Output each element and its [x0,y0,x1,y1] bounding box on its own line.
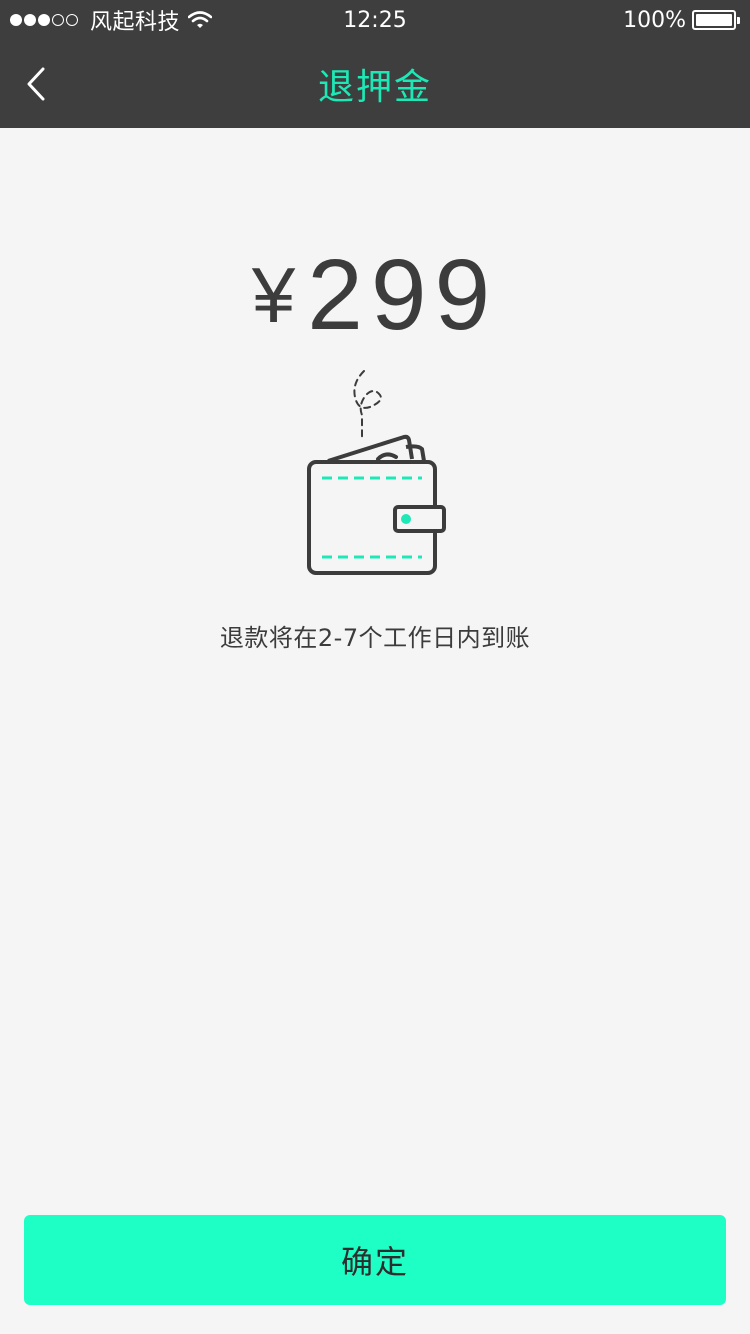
status-right: 100% [623,0,740,40]
page-title: 退押金 [317,67,432,108]
battery-percentage: 100% [623,7,686,33]
wallet-icon [307,370,446,575]
status-bar: 风起科技 12:25 100% [0,0,750,40]
refund-note: 退款将在2-7个工作日内到账 [219,624,531,652]
currency-symbol: ¥ [251,250,296,339]
refund-amount: ¥ 299 [0,238,750,351]
battery-fill [696,14,732,26]
confirm-button[interactable]: 确定 [24,1215,726,1305]
amount-value: 299 [307,238,499,351]
navigation-bar: 退押金 [0,40,750,128]
battery-icon [692,10,740,30]
battery-cap [737,17,740,24]
